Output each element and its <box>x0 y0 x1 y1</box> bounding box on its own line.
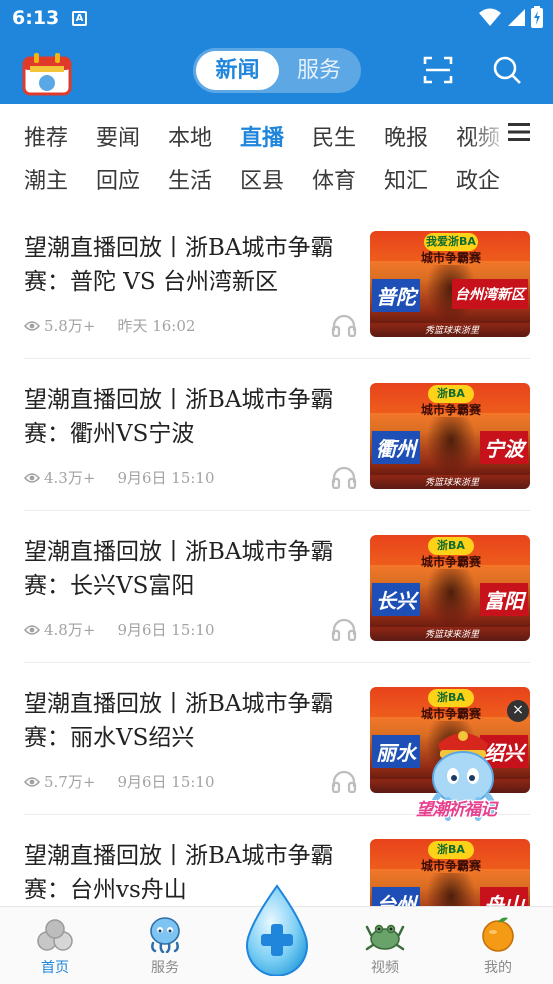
thumb-cup-title: 城市争霸赛 <box>420 707 481 721</box>
thumb-team-left: 长兴 <box>372 583 420 616</box>
video-icon <box>365 924 405 951</box>
tab-tiyu[interactable]: 体育 <box>312 163 356 195</box>
headphones-icon[interactable] <box>331 769 357 793</box>
battery-icon <box>531 6 543 28</box>
eye-icon <box>24 320 40 331</box>
headphones-icon[interactable] <box>331 617 357 641</box>
status-bar: 6:13 A <box>0 0 553 38</box>
search-icon[interactable] <box>492 55 522 85</box>
tab-minsheng[interactable]: 民生 <box>312 120 356 152</box>
news-title: 望潮直播回放丨浙BA城市争霸赛：普陀 VS 台州湾新区 <box>24 235 334 295</box>
divider <box>24 358 530 359</box>
news-thumbnail[interactable]: 浙BA 城市争霸赛 长兴 富阳 秀篮球来浙里 <box>370 535 530 641</box>
thumb-team-left: 普陀 <box>372 279 420 312</box>
news-service-toggle[interactable]: 新闻 服务 <box>193 48 361 93</box>
news-meta: 5.8万+ 昨天 16:02 <box>24 315 195 336</box>
headphones-icon[interactable] <box>331 313 357 337</box>
tab-quxian[interactable]: 区县 <box>240 163 284 195</box>
publish-time: 昨天 16:02 <box>117 317 196 335</box>
nav-service[interactable]: 服务 <box>110 907 220 984</box>
tab-huiying[interactable]: 回应 <box>96 163 140 195</box>
nav-video-label: 视频 <box>371 960 399 976</box>
scan-icon[interactable] <box>423 55 453 85</box>
nav-service-label: 服务 <box>151 960 179 976</box>
close-icon[interactable]: × <box>507 700 529 722</box>
eye-icon <box>24 776 40 787</box>
thumb-players <box>426 417 476 475</box>
tab-zhibo[interactable]: 直播 <box>240 120 284 152</box>
tab-zhihui[interactable]: 知汇 <box>384 163 428 195</box>
thumb-team-right: 富阳 <box>480 583 528 616</box>
news-item[interactable]: 望潮直播回放丨浙BA城市争霸赛：衢州VS宁波 4.3万+ 9月6日 15:10 … <box>0 383 553 535</box>
tab-news[interactable]: 新闻 <box>196 51 279 90</box>
view-count: 4.3万+ <box>44 469 96 487</box>
news-thumbnail[interactable]: 我爱浙BA 城市争霸赛 普陀 台州湾新区 秀篮球来浙里 <box>370 231 530 337</box>
tab-service[interactable]: 服务 <box>279 51 359 90</box>
thumb-cup-title: 城市争霸赛 <box>420 403 481 417</box>
thumb-cup-title: 城市争霸赛 <box>420 859 481 873</box>
signal-icon <box>508 9 525 26</box>
thumb-team-right: 宁波 <box>480 431 528 464</box>
news-meta: 5.7万+ 9月6日 15:10 <box>24 771 215 792</box>
center-drop-icon[interactable] <box>240 884 314 976</box>
nav-home[interactable]: 首页 <box>0 907 110 984</box>
thumb-slogan: 秀篮球来浙里 <box>424 478 479 488</box>
tab-chaozhu[interactable]: 潮主 <box>24 163 68 195</box>
eye-icon <box>24 472 40 483</box>
eye-icon <box>24 624 40 635</box>
tabs-fade <box>470 104 510 154</box>
mascot-promo-label[interactable]: 望潮祈福记 <box>416 795 497 820</box>
news-title: 望潮直播回放丨浙BA城市争霸赛：长兴VS富阳 <box>24 539 334 599</box>
thumb-cup-title: 城市争霸赛 <box>420 251 481 265</box>
home-icon <box>37 919 73 951</box>
status-time: 6:13 <box>12 7 60 29</box>
view-count: 5.8万+ <box>44 317 96 335</box>
thumb-players <box>426 569 476 627</box>
tab-bendi[interactable]: 本地 <box>168 120 212 152</box>
thumb-slogan: 秀篮球来浙里 <box>424 630 479 640</box>
news-title: 望潮直播回放丨浙BA城市争霸赛：丽水VS绍兴 <box>24 691 334 751</box>
tab-yaowen[interactable]: 要闻 <box>96 120 140 152</box>
nav-profile-label: 我的 <box>484 960 512 976</box>
thumb-team-right: 台州湾新区 <box>452 279 528 309</box>
tab-tuijian[interactable]: 推荐 <box>24 120 68 152</box>
nav-video[interactable]: 视频 <box>330 907 440 984</box>
news-meta: 4.8万+ 9月6日 15:10 <box>24 619 215 640</box>
service-icon <box>150 917 180 953</box>
thumb-slogan: 秀篮球来浙里 <box>424 326 479 336</box>
publish-time: 9月6日 15:10 <box>117 469 215 487</box>
divider <box>24 510 530 511</box>
news-thumbnail[interactable]: 浙BA 城市争霸赛 衢州 宁波 秀篮球来浙里 <box>370 383 530 489</box>
calendar-logo-icon[interactable] <box>20 50 74 96</box>
profile-icon <box>482 917 514 952</box>
nav-home-label: 首页 <box>41 960 69 976</box>
tab-wanbao[interactable]: 晚报 <box>384 120 428 152</box>
view-count: 5.7万+ <box>44 773 96 791</box>
news-item[interactable]: 望潮直播回放丨浙BA城市争霸赛：普陀 VS 台州湾新区 5.8万+ 昨天 16:… <box>0 231 553 383</box>
thumb-team-left: 衢州 <box>372 431 420 464</box>
view-count: 4.8万+ <box>44 621 96 639</box>
news-title: 望潮直播回放丨浙BA城市争霸赛：衢州VS宁波 <box>24 387 334 447</box>
app-header: 新闻 服务 <box>0 38 553 104</box>
menu-icon[interactable] <box>508 122 530 142</box>
notification-a-icon: A <box>72 11 87 26</box>
wifi-icon <box>479 8 501 26</box>
publish-time: 9月6日 15:10 <box>117 621 215 639</box>
system-icons <box>479 6 543 28</box>
news-item[interactable]: 望潮直播回放丨浙BA城市争霸赛：长兴VS富阳 4.8万+ 9月6日 15:10 … <box>0 535 553 687</box>
divider <box>24 662 530 663</box>
nav-profile[interactable]: 我的 <box>443 907 553 984</box>
headphones-icon[interactable] <box>331 465 357 489</box>
thumb-team-left: 丽水 <box>372 735 420 768</box>
tab-shenghuo[interactable]: 生活 <box>168 163 212 195</box>
tab-zhengqi[interactable]: 政企 <box>456 163 500 195</box>
publish-time: 9月6日 15:10 <box>117 773 215 791</box>
thumb-cup-title: 城市争霸赛 <box>420 555 481 569</box>
news-meta: 4.3万+ 9月6日 15:10 <box>24 467 215 488</box>
